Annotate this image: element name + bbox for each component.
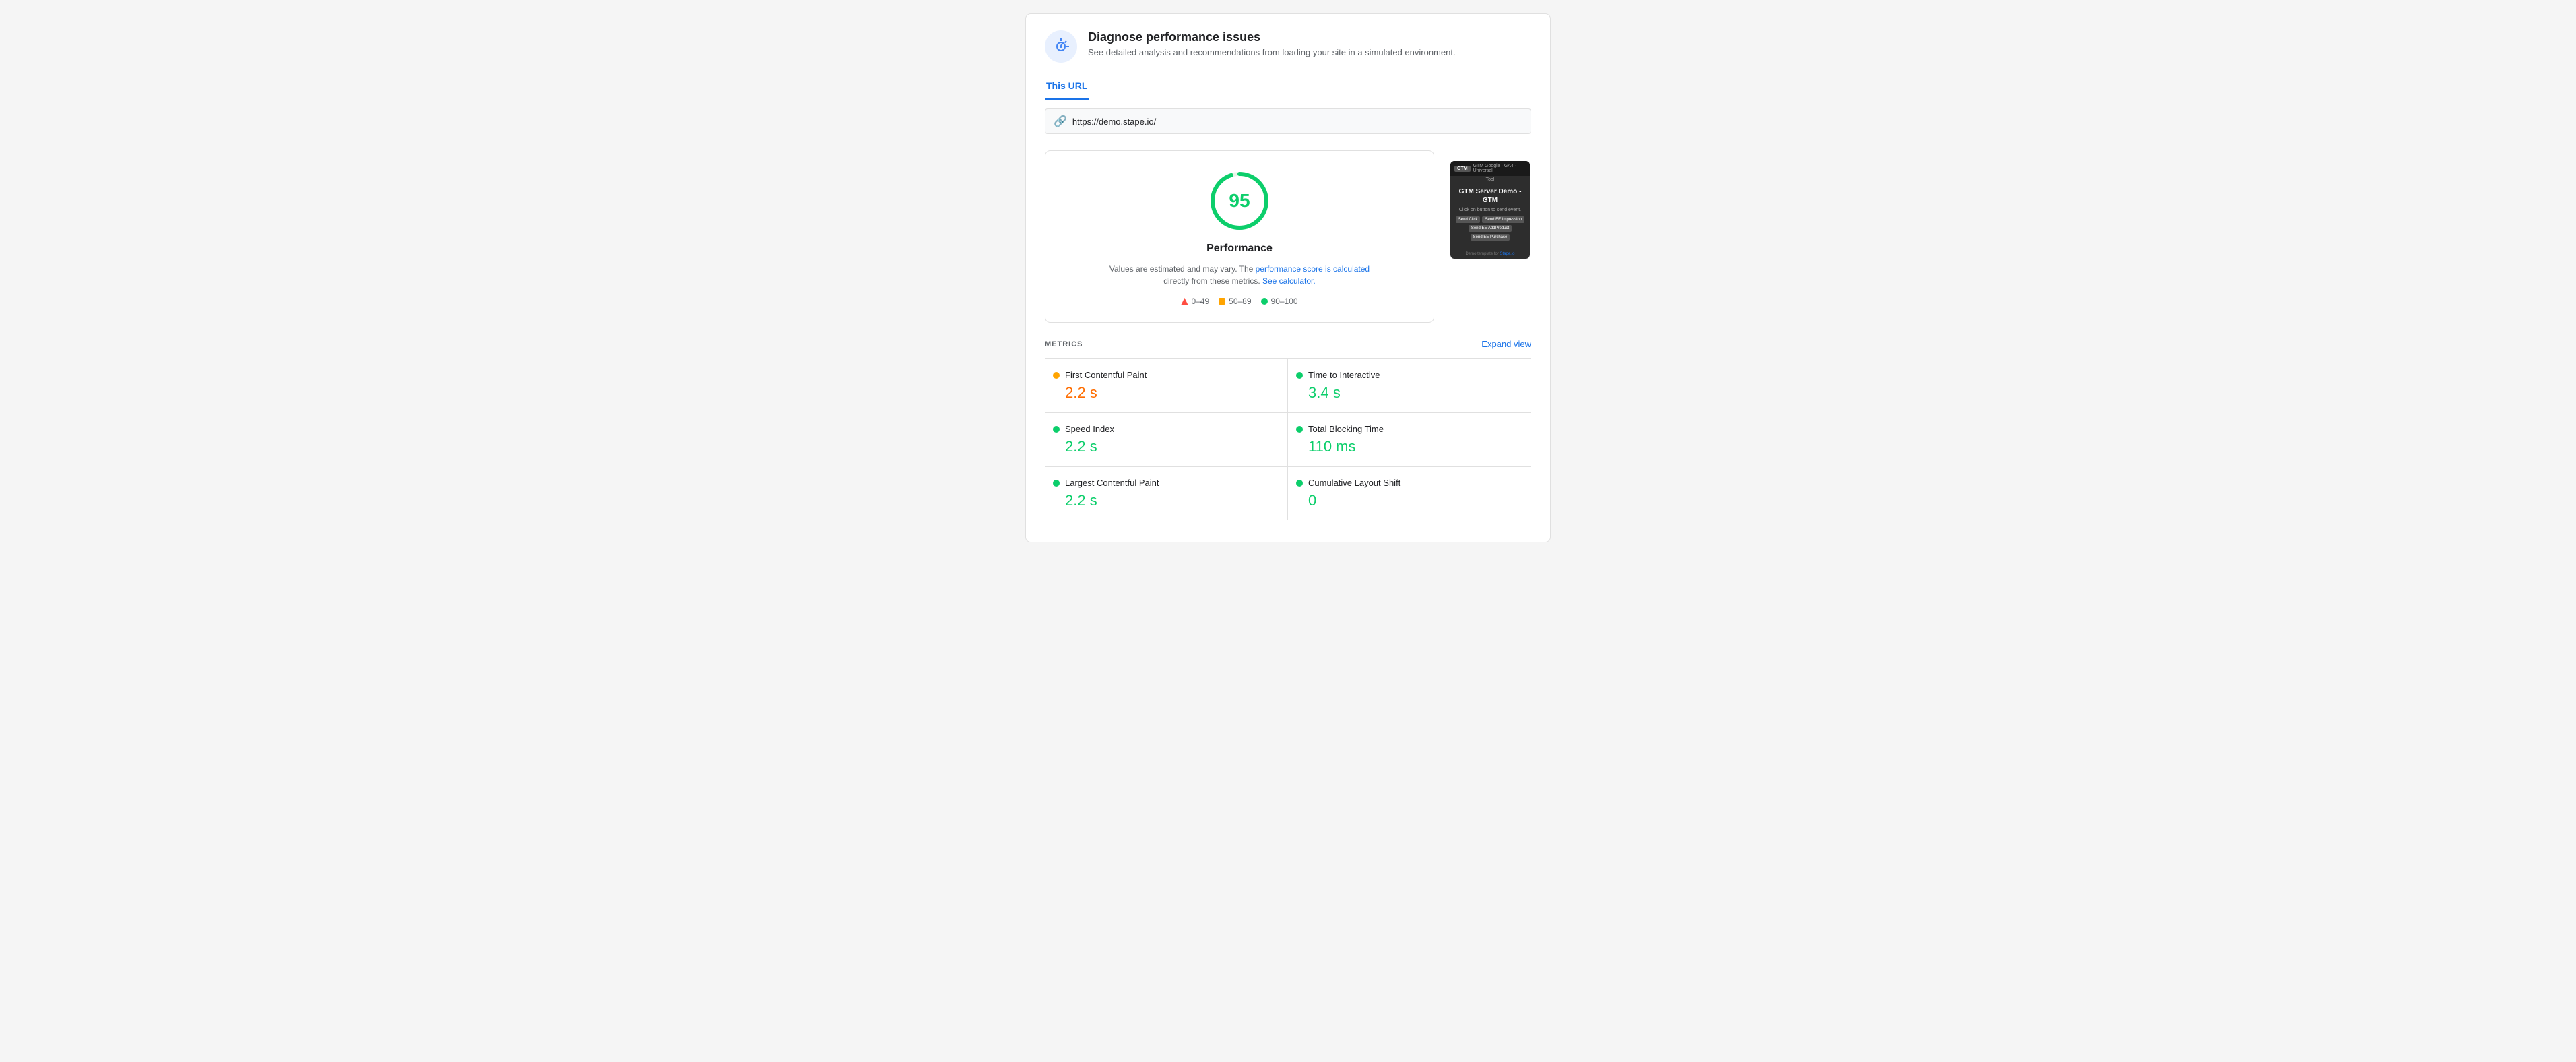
preview-btn-send-ee-addproduct[interactable]: Send EE AddProduct [1469, 225, 1512, 232]
legend-label-orange: 50–89 [1229, 296, 1251, 306]
metric-cell-tti: Time to Interactive 3.4 s [1288, 358, 1531, 412]
preview-tag-tool: Tool [1450, 176, 1530, 183]
metric-value-fcp: 2.2 s [1053, 384, 1279, 402]
preview-body: GTM Server Demo - GTM Click on button to… [1450, 183, 1530, 249]
legend-label-green: 90–100 [1271, 296, 1298, 306]
metric-value-cls: 0 [1296, 492, 1523, 509]
preview-desc: Click on button to send event. [1454, 208, 1526, 212]
score-label: Performance [1206, 243, 1273, 255]
header-section: Diagnose performance issues See detailed… [1045, 30, 1531, 63]
score-number: 95 [1229, 190, 1250, 212]
metric-dot-si [1053, 426, 1060, 433]
metrics-header: METRICS Expand view [1045, 339, 1531, 349]
calculator-link[interactable]: See calculator. [1262, 276, 1316, 286]
metric-name-row-tti: Time to Interactive [1296, 370, 1523, 380]
link-icon: 🔗 [1054, 115, 1067, 128]
metric-name-row-si: Speed Index [1053, 424, 1279, 434]
metric-cell-si: Speed Index 2.2 s [1045, 412, 1288, 466]
url-value: https://demo.stape.io/ [1072, 117, 1156, 127]
metric-value-tti: 3.4 s [1296, 384, 1523, 402]
preview-btn-send-ee-impression[interactable]: Send EE Impression [1482, 216, 1524, 223]
red-icon [1181, 298, 1188, 305]
metric-name-lcp: Largest Contentful Paint [1065, 478, 1159, 488]
stape-link[interactable]: Stape.io [1500, 252, 1515, 256]
page-description: See detailed analysis and recommendation… [1088, 47, 1456, 57]
legend-item-red: 0–49 [1181, 296, 1209, 306]
metric-dot-lcp [1053, 480, 1060, 487]
metric-name-cls: Cumulative Layout Shift [1308, 478, 1400, 488]
score-note: Values are estimated and may vary. The p… [1109, 263, 1370, 287]
metric-name-tti: Time to Interactive [1308, 370, 1380, 380]
metric-name-fcp: First Contentful Paint [1065, 370, 1147, 380]
metric-dot-tbt [1296, 426, 1303, 433]
preview-buttons: Send Click Send EE Impression Send EE Ad… [1454, 216, 1526, 241]
preview-section: GTM GTM Google · GA4 · Universal Tool GT… [1450, 150, 1531, 323]
header-text: Diagnose performance issues See detailed… [1088, 30, 1456, 57]
url-bar: 🔗 https://demo.stape.io/ [1045, 108, 1531, 134]
metric-cell-tbt: Total Blocking Time 110 ms [1288, 412, 1531, 466]
metrics-grid: First Contentful Paint 2.2 s Time to Int… [1045, 358, 1531, 520]
preview-top-bar: GTM GTM Google · GA4 · Universal [1450, 161, 1530, 176]
content-area: 95 Performance Values are estimated and … [1045, 150, 1531, 323]
metric-name-row-fcp: First Contentful Paint [1053, 370, 1279, 380]
score-circle: 95 [1206, 167, 1273, 235]
legend-item-orange: 50–89 [1219, 296, 1251, 306]
metric-cell-cls: Cumulative Layout Shift 0 [1288, 466, 1531, 520]
metric-dot-cls [1296, 480, 1303, 487]
metric-cell-lcp: Largest Contentful Paint 2.2 s [1045, 466, 1288, 520]
metric-value-tbt: 110 ms [1296, 438, 1523, 456]
legend: 0–49 50–89 90–100 [1181, 296, 1297, 306]
metric-dot-tti [1296, 372, 1303, 379]
preview-btn-send-click[interactable]: Send Click [1456, 216, 1481, 223]
metrics-title: METRICS [1045, 340, 1083, 348]
metric-cell-fcp: First Contentful Paint 2.2 s [1045, 358, 1288, 412]
green-icon [1261, 298, 1268, 305]
orange-icon [1219, 298, 1225, 305]
metrics-section: METRICS Expand view First Contentful Pai… [1045, 339, 1531, 520]
metric-name-row-lcp: Largest Contentful Paint [1053, 478, 1279, 488]
metric-value-si: 2.2 s [1053, 438, 1279, 456]
score-section: 95 Performance Values are estimated and … [1045, 150, 1434, 323]
metric-name-tbt: Total Blocking Time [1308, 424, 1384, 434]
tabs-bar: This URL [1045, 75, 1531, 100]
metric-name-row-cls: Cumulative Layout Shift [1296, 478, 1523, 488]
metric-dot-fcp [1053, 372, 1060, 379]
main-card: Diagnose performance issues See detailed… [1025, 13, 1551, 542]
tab-this-url[interactable]: This URL [1045, 75, 1089, 100]
preview-tag-gtm: GTM [1454, 166, 1471, 172]
expand-view-button[interactable]: Expand view [1481, 339, 1531, 349]
preview-footer: Demo template for Stape.io [1450, 249, 1530, 259]
metric-value-lcp: 2.2 s [1053, 492, 1279, 509]
metric-name-si: Speed Index [1065, 424, 1114, 434]
preview-heading: GTM Server Demo - GTM [1454, 187, 1526, 205]
legend-label-red: 0–49 [1191, 296, 1209, 306]
page-title: Diagnose performance issues [1088, 30, 1456, 44]
preview-tag-labels: GTM Google · GA4 · Universal [1473, 164, 1526, 173]
preview-btn-send-ee-purchase[interactable]: Send EE Purchase [1471, 234, 1510, 241]
performance-icon [1045, 30, 1077, 63]
metric-name-row-tbt: Total Blocking Time [1296, 424, 1523, 434]
perf-score-link[interactable]: performance score is calculated [1256, 264, 1370, 274]
preview-card: GTM GTM Google · GA4 · Universal Tool GT… [1450, 161, 1530, 259]
legend-item-green: 90–100 [1261, 296, 1298, 306]
